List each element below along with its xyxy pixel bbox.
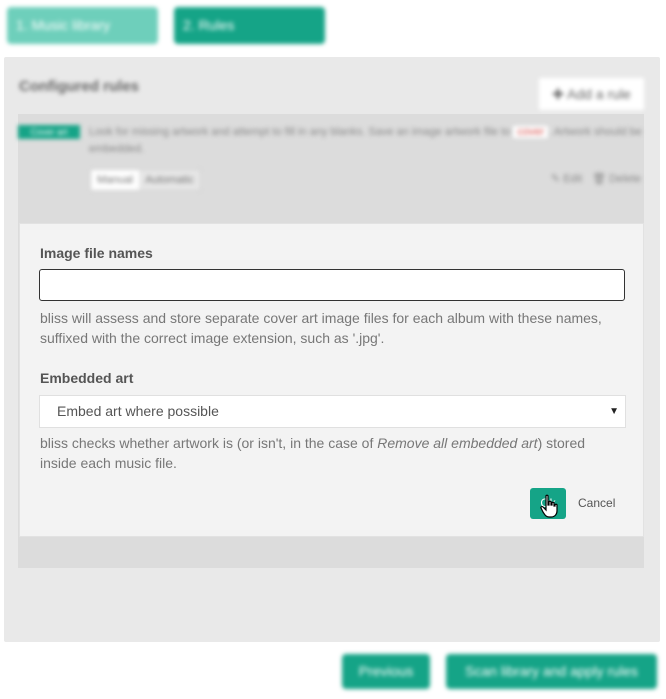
step-tab-music-library[interactable]: 1. Music library <box>7 7 158 44</box>
embedded-art-label: Embedded art <box>40 370 134 386</box>
rule-actions: ✎ Edit 🗑 Delete <box>551 172 641 185</box>
pencil-icon: ✎ <box>550 173 561 185</box>
panel-title: Configured rules <box>19 78 140 95</box>
delete-button[interactable]: 🗑 Delete <box>592 172 641 185</box>
edit-label: Edit <box>563 173 583 185</box>
cancel-button[interactable]: Cancel <box>578 488 615 519</box>
caret-down-icon: ▼ <box>609 406 619 417</box>
image-file-names-help: bliss will assess and store separate cov… <box>40 310 602 346</box>
step-tab-label: 2. Rules <box>183 17 235 33</box>
embedded-art-help-text: bliss checks whether artwork is (or isn'… <box>40 435 378 451</box>
plus-icon: ✚ <box>552 86 564 102</box>
mode-automatic-button[interactable]: Automatic <box>139 170 200 190</box>
rule-code-chip: cover <box>513 126 549 138</box>
scan-library-button[interactable]: Scan library and apply rules <box>446 654 657 689</box>
trash-icon: 🗑 <box>592 173 607 185</box>
mode-toggle: Manual Automatic <box>90 169 201 191</box>
rule-tag: Cover art <box>18 125 80 139</box>
edit-button[interactable]: ✎ Edit <box>551 172 582 185</box>
step-tab-rules[interactable]: 2. Rules <box>174 7 325 44</box>
step-tab-label: 1. Music library <box>16 17 111 33</box>
rule-description: Look for missing artwork and attempt to … <box>89 124 649 158</box>
embedded-art-selected-value: Embed art where possible <box>57 403 219 419</box>
image-file-names-label: Image file names <box>40 245 153 261</box>
embedded-art-help: bliss checks whether artwork is (or isn'… <box>40 433 620 473</box>
embedded-art-select[interactable]: Embed art where possible ▼ <box>39 395 626 428</box>
cover-art-settings-dialog: Image file names bliss will assess and s… <box>19 223 644 537</box>
mode-manual-button[interactable]: Manual <box>91 170 140 190</box>
embedded-art-help-emphasis: Remove all embedded art <box>377 435 538 451</box>
add-rule-label: Add a rule <box>567 86 631 102</box>
hand-cursor-icon <box>540 494 558 518</box>
add-rule-button[interactable]: ✚ Add a rule <box>539 78 644 110</box>
image-file-names-input[interactable] <box>39 269 625 301</box>
previous-button[interactable]: Previous <box>342 654 430 689</box>
rule-description-text: Look for missing artwork and attempt to … <box>89 126 511 138</box>
delete-label: Delete <box>609 173 641 185</box>
